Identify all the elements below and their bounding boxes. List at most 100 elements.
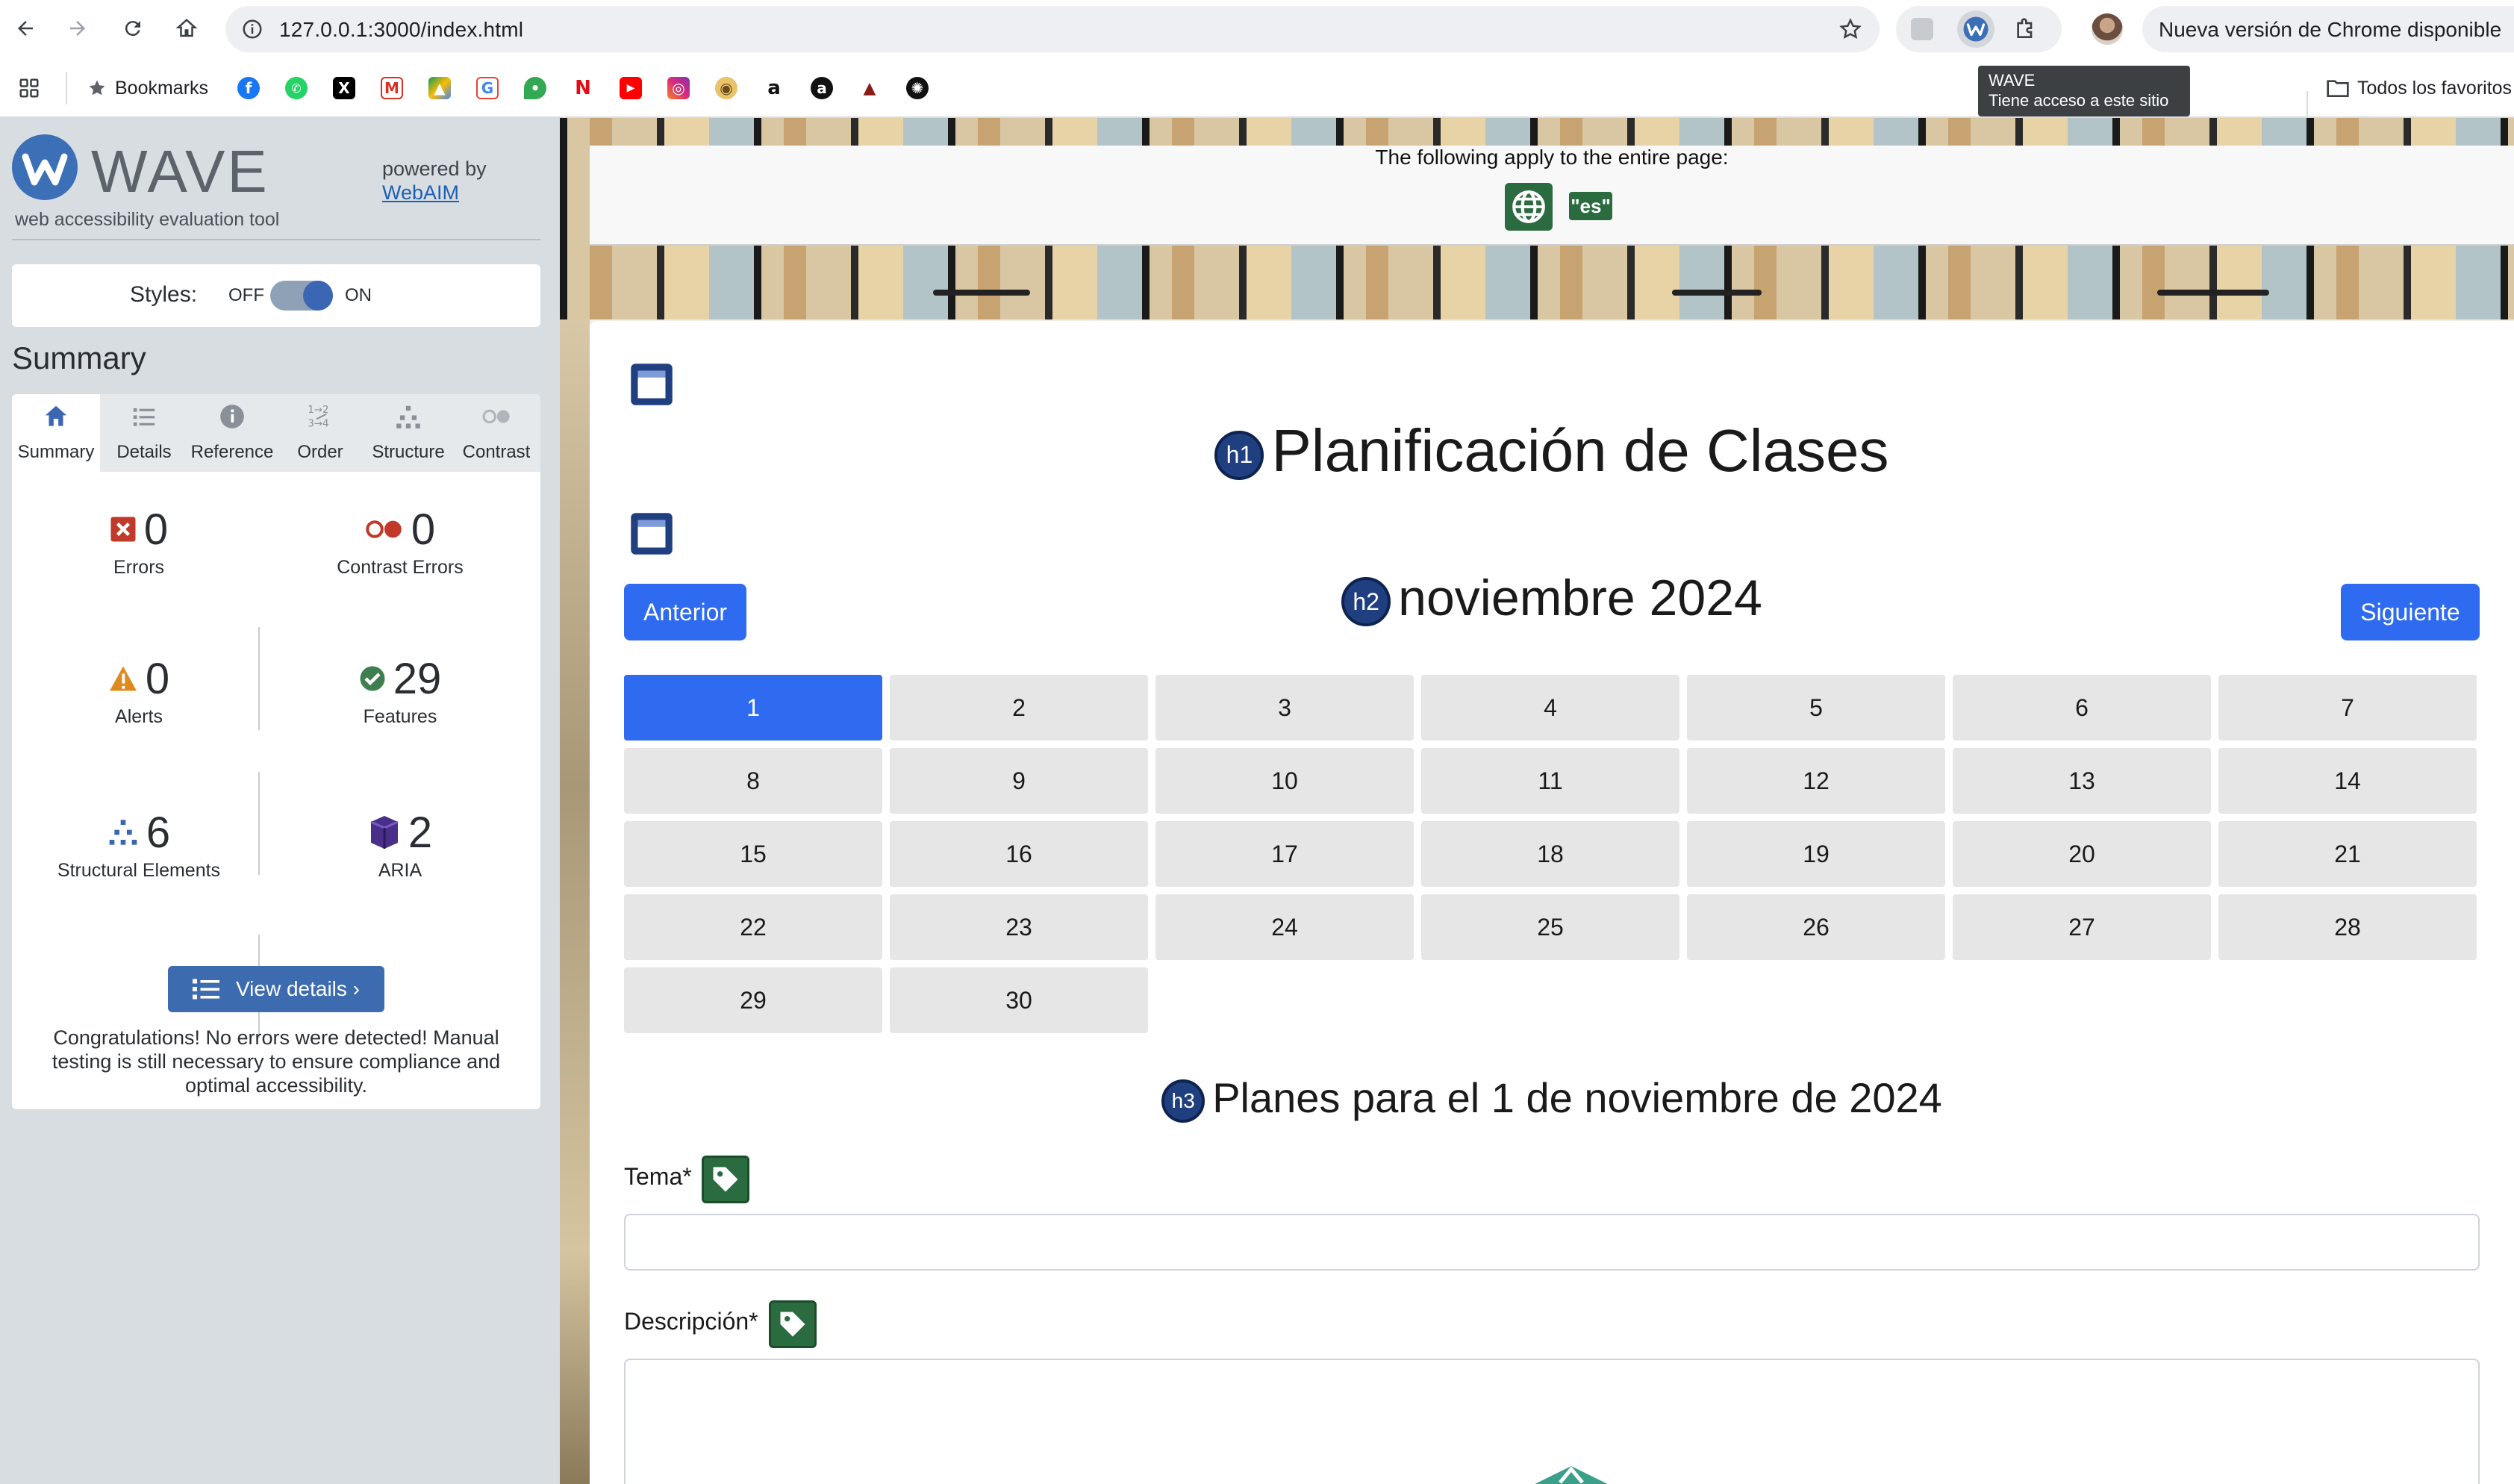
puzzle-icon[interactable] <box>2011 15 2039 43</box>
chrome-update-button[interactable]: Nueva versión de Chrome disponible ⋮ <box>2142 6 2514 52</box>
language-badge[interactable]: "es" <box>1569 192 1612 220</box>
tab-reference[interactable]: Reference <box>188 394 276 472</box>
structural-stat[interactable]: 6 Structural Elements <box>19 808 258 882</box>
instagram-icon[interactable]: ◎ <box>667 73 690 103</box>
calendar-day[interactable]: 12 <box>1687 748 1945 814</box>
site-info-icon[interactable] <box>239 16 266 43</box>
aria-region-icon[interactable] <box>624 357 679 412</box>
calendar-day[interactable]: 22 <box>624 894 882 960</box>
calendar-day[interactable]: 9 <box>890 748 1148 814</box>
calendar-day[interactable]: 10 <box>1155 748 1414 814</box>
tema-input[interactable] <box>624 1214 2480 1271</box>
globe-icon[interactable] <box>1505 183 1553 231</box>
reload-button[interactable] <box>115 10 151 46</box>
calendar-day[interactable]: 19 <box>1687 821 1945 887</box>
calendar-day[interactable]: 17 <box>1155 821 1414 887</box>
all-bookmarks-folder[interactable]: Todos los favoritos <box>2326 73 2512 103</box>
features-label: Features <box>363 706 437 727</box>
maps-icon[interactable]: • <box>524 73 546 103</box>
whatsapp-icon[interactable]: ✆ <box>285 73 308 103</box>
calendar-day[interactable]: 28 <box>2218 894 2477 960</box>
url-text[interactable]: 127.0.0.1:3000/index.html <box>279 18 523 42</box>
alerts-stat[interactable]: 0 Alerts <box>34 655 243 728</box>
h1-badge[interactable]: h1 <box>1214 430 1264 480</box>
facebook-icon[interactable]: f <box>237 73 260 103</box>
calendar-day[interactable]: 20 <box>1953 821 2211 887</box>
calendar-day[interactable]: 15 <box>624 821 882 887</box>
home-icon <box>175 19 198 37</box>
h3-badge[interactable]: h3 <box>1161 1079 1205 1123</box>
amazon-icon[interactable]: a <box>763 73 785 103</box>
tab-order[interactable]: 1→2 3→4 Order <box>276 394 364 472</box>
calendar-day[interactable]: 24 <box>1155 894 1414 960</box>
more-menu-icon[interactable]: ⋮ <box>2505 13 2514 40</box>
errors-stat[interactable]: 0 Errors <box>34 505 243 579</box>
contrast-error-icon <box>366 520 402 538</box>
calendar-day[interactable]: 7 <box>2218 675 2477 741</box>
bookmark-icon-12[interactable]: a <box>811 73 833 103</box>
errors-label: Errors <box>113 557 165 578</box>
extension-icon[interactable] <box>1908 15 1936 43</box>
youtube-icon[interactable]: ▶ <box>620 73 642 103</box>
structural-label: Structural Elements <box>57 860 221 881</box>
wave-extension-icon[interactable] <box>1957 10 1994 48</box>
label-tag-icon[interactable] <box>702 1156 749 1203</box>
calendar-day[interactable]: 18 <box>1421 821 1679 887</box>
calendar-day[interactable]: 8 <box>624 748 882 814</box>
calendar-day[interactable]: 14 <box>2218 748 2477 814</box>
bookmark-icon-10[interactable]: ◉ <box>715 73 737 103</box>
calendar-day[interactable]: 13 <box>1953 748 2211 814</box>
webaim-link[interactable]: WebAIM <box>382 181 459 204</box>
google-icon[interactable]: G <box>476 73 499 103</box>
view-details-button[interactable]: View details › <box>168 966 384 1012</box>
calendar-day[interactable]: 2 <box>890 675 1148 741</box>
chatgpt-icon[interactable]: ✺ <box>906 73 929 103</box>
calendar-day[interactable]: 23 <box>890 894 1148 960</box>
profile-avatar[interactable] <box>2092 13 2123 45</box>
calendar-day[interactable]: 6 <box>1953 675 2211 741</box>
address-bar[interactable]: 127.0.0.1:3000/index.html <box>225 6 1880 52</box>
h2-badge[interactable]: h2 <box>1341 577 1391 627</box>
calendar-day[interactable]: 16 <box>890 821 1148 887</box>
calendar-day[interactable]: 4 <box>1421 675 1679 741</box>
calendar-day[interactable]: 5 <box>1687 675 1945 741</box>
bookmark-star-icon[interactable] <box>1836 15 1865 43</box>
next-month-button[interactable]: Siguiente <box>2341 584 2480 640</box>
x-icon[interactable]: X <box>333 73 355 103</box>
star-icon <box>89 80 105 96</box>
features-stat[interactable]: 29 Features <box>281 655 520 728</box>
calendar-day[interactable]: 21 <box>2218 821 2477 887</box>
wave-title: WAVE <box>91 138 269 205</box>
back-button[interactable] <box>7 10 43 46</box>
calendar-day[interactable]: 27 <box>1953 894 2211 960</box>
tab-details[interactable]: Details <box>100 394 188 472</box>
contrast-errors-label: Contrast Errors <box>337 557 464 578</box>
bookmarks-folder[interactable]: Bookmarks <box>87 73 208 103</box>
drive-icon[interactable]: ▲ <box>428 73 451 103</box>
tab-structure[interactable]: Structure <box>364 394 452 472</box>
graduation-cap-icon[interactable]: ▲ <box>858 73 881 103</box>
calendar-day[interactable]: 30 <box>890 967 1148 1033</box>
contrast-errors-stat[interactable]: 0 Contrast Errors <box>281 505 520 579</box>
forward-button[interactable] <box>60 10 96 46</box>
features-count: 29 <box>393 654 442 703</box>
tab-summary[interactable]: Summary <box>12 394 100 472</box>
apps-grid-icon[interactable] <box>18 73 40 103</box>
aria-stat[interactable]: 2 ARIA <box>281 808 520 882</box>
home-button[interactable] <box>169 10 205 46</box>
calendar-day[interactable]: 11 <box>1421 748 1679 814</box>
tooltip-title: WAVE <box>1989 71 2036 90</box>
netflix-icon[interactable]: N <box>572 73 594 103</box>
calendar-day[interactable]: 3 <box>1155 675 1414 741</box>
calendar-day[interactable]: 1 <box>624 675 882 741</box>
label-tag-icon[interactable] <box>769 1300 817 1348</box>
calendar-day[interactable]: 26 <box>1687 894 1945 960</box>
calendar-day[interactable]: 25 <box>1421 894 1679 960</box>
styles-toggle[interactable] <box>270 281 333 311</box>
info-icon <box>217 402 247 431</box>
calendar-day[interactable]: 29 <box>624 967 882 1033</box>
gmail-icon[interactable]: M <box>381 73 403 103</box>
tab-contrast[interactable]: Contrast <box>452 394 540 472</box>
region-icon-partial[interactable] <box>1500 1460 1642 1484</box>
aria-region-icon[interactable] <box>624 506 679 561</box>
